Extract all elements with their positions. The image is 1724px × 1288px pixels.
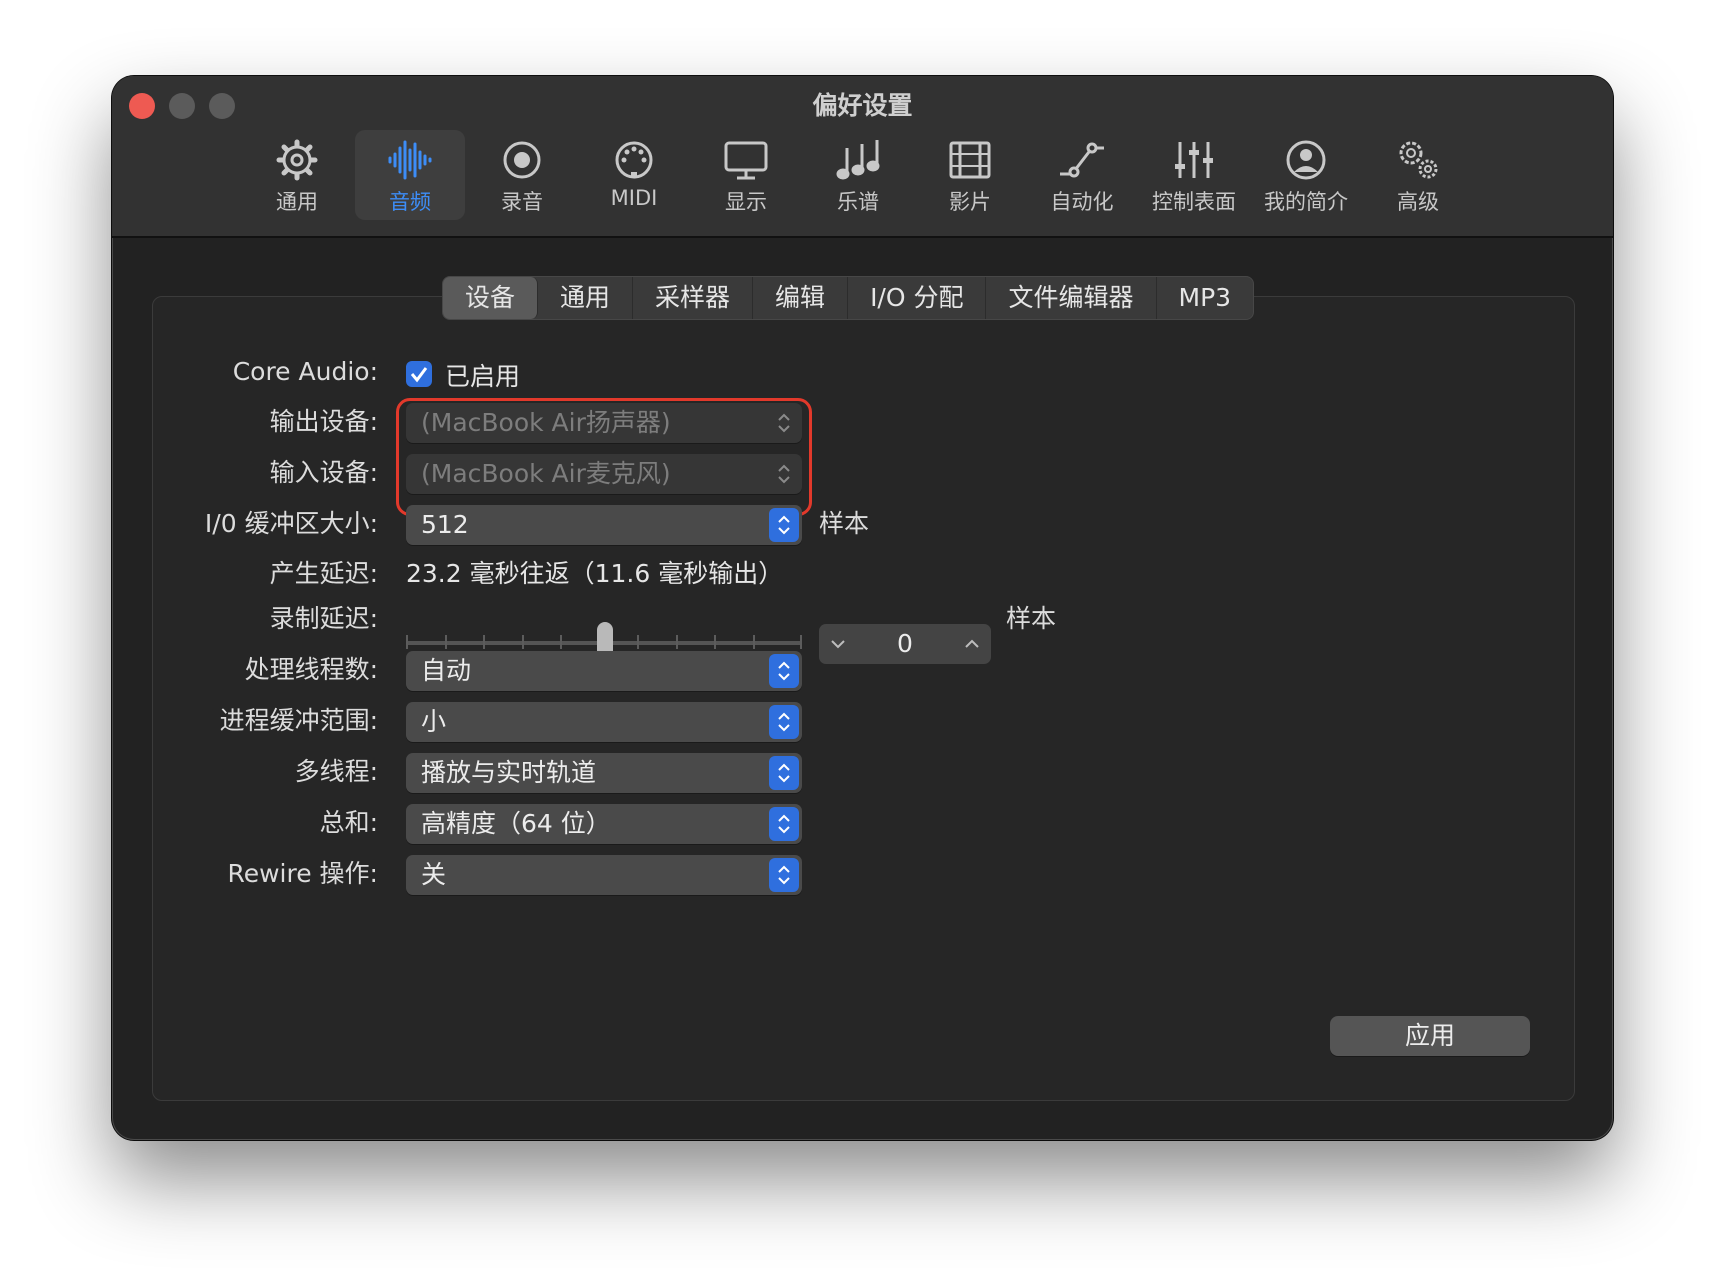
toolbar-item-my-profile[interactable]: 我的简介 — [1251, 130, 1361, 220]
toolbar: 通用 音频 录音 MIDI 显示 乐谱 影片 自动化 控制表面 我的简介 高级 — [112, 130, 1613, 230]
summing-label: 总和: — [319, 808, 378, 837]
gear-icon — [276, 139, 318, 181]
midi-icon — [615, 141, 653, 179]
toolbar-item-display[interactable]: 显示 — [691, 130, 801, 220]
toolbar-label: 显示 — [725, 190, 767, 214]
rec-delay-stepper[interactable]: 0 — [819, 624, 991, 664]
tab-file-editor[interactable]: 文件编辑器 — [986, 277, 1157, 319]
process-buffer-value: 小 — [421, 707, 447, 736]
threads-label: 处理线程数: — [244, 655, 378, 684]
record-icon — [503, 141, 541, 179]
output-device-label: 输出设备: — [269, 407, 378, 436]
slider-tick — [406, 635, 408, 649]
titlebar: 偏好设置 通用 音频 录音 MIDI 显示 乐谱 影片 自动化 控制表面 我的简… — [112, 76, 1613, 238]
toolbar-label: MIDI — [610, 186, 658, 210]
advanced-gears-icon — [1399, 141, 1438, 179]
io-buffer-select[interactable]: 512 — [406, 505, 802, 545]
multithreading-select[interactable]: 播放与实时轨道 — [406, 753, 802, 793]
toolbar-label: 控制表面 — [1152, 190, 1236, 214]
toolbar-item-advanced[interactable]: 高级 — [1363, 130, 1473, 220]
slider-tick — [753, 635, 755, 649]
preferences-window: 偏好设置 通用 音频 录音 MIDI 显示 乐谱 影片 自动化 控制表面 我的简… — [112, 76, 1613, 1140]
rec-delay-unit: 样本 — [1006, 604, 1057, 633]
checkmark-icon — [410, 367, 428, 383]
toolbar-label: 我的简介 — [1264, 190, 1348, 214]
tab-mp3[interactable]: MP3 — [1157, 277, 1254, 319]
toolbar-item-score[interactable]: 乐谱 — [803, 130, 913, 220]
waveform-icon — [388, 140, 432, 180]
tab-sampler[interactable]: 采样器 — [633, 277, 754, 319]
chevron-up-icon[interactable] — [957, 624, 987, 664]
updown-chevron-icon — [769, 705, 799, 739]
rewire-select[interactable]: 关 — [406, 855, 802, 895]
updown-chevron-icon — [769, 858, 799, 892]
toolbar-item-record[interactable]: 录音 — [467, 130, 577, 220]
process-buffer-select[interactable]: 小 — [406, 702, 802, 742]
slider-tick — [800, 635, 802, 649]
settings-tabs: 设备 通用 采样器 编辑 I/O 分配 文件编辑器 MP3 — [442, 276, 1255, 320]
threads-value: 自动 — [421, 656, 472, 685]
slider-tick — [676, 635, 678, 649]
toolbar-item-control-surfaces[interactable]: 控制表面 — [1139, 130, 1249, 220]
toolbar-item-midi[interactable]: MIDI — [579, 130, 689, 220]
rec-delay-value: 0 — [897, 629, 913, 658]
toolbar-label: 影片 — [949, 190, 991, 214]
io-buffer-label: I/0 缓冲区大小: — [204, 509, 378, 538]
sliders-icon — [1175, 142, 1213, 178]
profile-icon — [1286, 140, 1326, 180]
apply-button[interactable]: 应用 — [1330, 1016, 1530, 1056]
toolbar-label: 通用 — [276, 190, 318, 214]
rewire-value: 关 — [421, 860, 447, 889]
slider-tick — [483, 635, 485, 649]
window-title: 偏好设置 — [812, 91, 913, 120]
latency-value: 23.2 毫秒往返（11.6 毫秒输出） — [406, 559, 784, 588]
toolbar-item-general[interactable]: 通用 — [242, 130, 352, 220]
core-audio-checkbox[interactable] — [406, 361, 432, 387]
tab-devices[interactable]: 设备 — [443, 277, 539, 319]
slider-tick — [445, 635, 447, 649]
toolbar-label: 音频 — [389, 190, 431, 214]
summing-select[interactable]: 高精度（64 位） — [406, 804, 802, 844]
slider-tick — [714, 635, 716, 649]
multithreading-label: 多线程: — [294, 757, 378, 786]
music-notes-icon — [836, 140, 880, 180]
summing-value: 高精度（64 位） — [421, 809, 611, 838]
toolbar-item-movie[interactable]: 影片 — [915, 130, 1025, 220]
tab-editing[interactable]: 编辑 — [753, 277, 849, 319]
toolbar-label: 录音 — [501, 190, 543, 214]
chevron-down-icon[interactable] — [823, 624, 853, 664]
threads-select[interactable]: 自动 — [406, 651, 802, 691]
display-icon — [724, 141, 768, 180]
io-buffer-unit: 样本 — [819, 509, 870, 538]
updown-chevron-icon — [769, 508, 799, 542]
updown-chevron-icon — [769, 756, 799, 790]
rec-delay-label: 录制延迟: — [269, 604, 378, 633]
core-audio-checkbox-label: 已启用 — [445, 362, 521, 391]
toolbar-item-audio[interactable]: 音频 — [355, 130, 465, 220]
toolbar-label: 高级 — [1397, 190, 1439, 214]
highlight-outline — [396, 398, 812, 516]
toolbar-label: 自动化 — [1050, 190, 1114, 214]
core-audio-label: Core Audio: — [232, 357, 378, 386]
toolbar-item-automation[interactable]: 自动化 — [1027, 130, 1137, 220]
io-buffer-value: 512 — [421, 510, 469, 539]
tab-general[interactable]: 通用 — [538, 277, 634, 319]
multithreading-value: 播放与实时轨道 — [421, 758, 597, 787]
automation-icon — [1060, 142, 1104, 178]
input-device-label: 输入设备: — [269, 458, 378, 487]
updown-chevron-icon — [769, 654, 799, 688]
process-buffer-label: 进程缓冲范围: — [219, 706, 378, 735]
slider-tick — [637, 635, 639, 649]
film-icon — [949, 141, 991, 179]
tab-io-assignments[interactable]: I/O 分配 — [848, 277, 987, 319]
latency-label: 产生延迟: — [269, 559, 378, 588]
slider-tick — [560, 635, 562, 649]
rewire-label: Rewire 操作: — [227, 859, 378, 888]
toolbar-label: 乐谱 — [837, 190, 879, 214]
updown-chevron-icon — [769, 807, 799, 841]
slider-tick — [522, 635, 524, 649]
